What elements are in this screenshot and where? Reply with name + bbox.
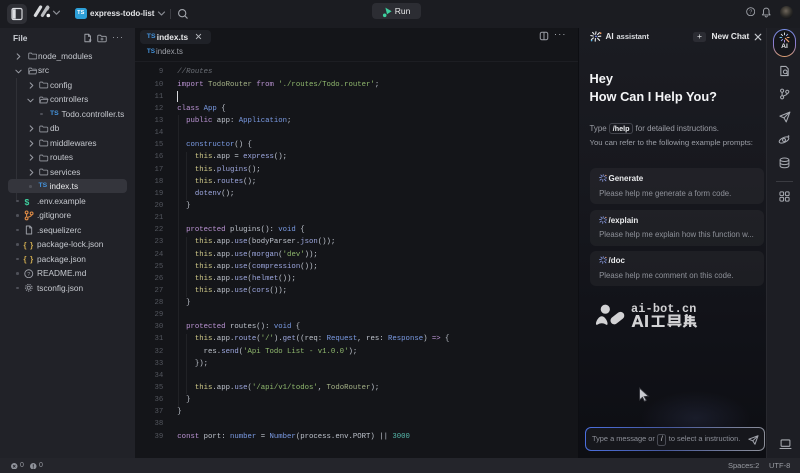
svg-text:?: ? bbox=[749, 10, 752, 16]
svg-text:?: ? bbox=[27, 272, 30, 278]
